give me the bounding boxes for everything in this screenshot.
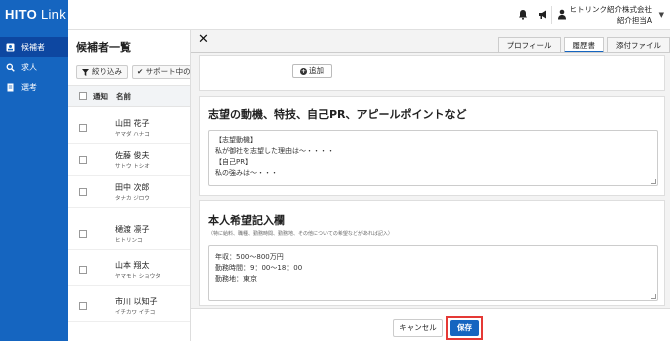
candidate-kana: ヤマダ ハナコ xyxy=(115,132,150,138)
candidate-name: 樋渡 凛子 xyxy=(115,225,150,234)
textarea-line: 勤務時間：9：00〜18：00 xyxy=(215,264,303,272)
textarea-line: 年収：500〜800万円 xyxy=(215,253,284,261)
candidate-name: 山本 翔太 xyxy=(115,261,150,270)
candidate-kana: ヒトリンコ xyxy=(115,238,143,244)
candidate-kana: タナカ ジロウ xyxy=(115,196,150,202)
row-checkbox[interactable] xyxy=(79,124,87,132)
save-button[interactable]: 保存 xyxy=(450,320,479,336)
motivation-card: 志望の動機、特技、自己PR、アピールポイントなど 【志望動機】 私が御社を志望し… xyxy=(199,96,665,196)
resume-modal: ✕ プロフィール 履歴書 添付ファイル + 追加 志望の動機、特技、自己PR、ア… xyxy=(190,30,670,341)
candidate-kana: ヤマモト ショウタ xyxy=(115,274,161,280)
sidebar-item-selection[interactable]: 選考 xyxy=(0,77,68,97)
request-card: 本人希望記入欄 （特に給料、職種、勤務時間、勤務地、その他についての希望などがあ… xyxy=(199,200,665,306)
sidebar-item-candidates[interactable]: 候補者 xyxy=(0,37,68,57)
filter-button-label: 絞り込み xyxy=(92,67,122,76)
tab-profile[interactable]: プロフィール xyxy=(497,37,561,53)
top-icons xyxy=(518,9,548,20)
divider xyxy=(551,6,552,24)
top-bar: HITO Link ヒトリンク紹介株式会社 紹介担当A ▼ xyxy=(0,0,670,30)
bell-icon[interactable] xyxy=(518,9,528,20)
add-button-label: 追加 xyxy=(309,66,324,75)
search-icon xyxy=(6,63,15,72)
support-only-label: サポート中のみ xyxy=(145,67,190,76)
sidebar-item-label: 求人 xyxy=(21,62,37,72)
row-checkbox[interactable] xyxy=(79,188,87,196)
textarea-line: 【自己PR】 xyxy=(215,158,253,166)
sidebar: 候補者 求人 選考 xyxy=(0,30,68,341)
page-title: 候補者一覧 xyxy=(76,41,131,54)
sidebar-item-jobs[interactable]: 求人 xyxy=(0,57,68,77)
modal-tabs: プロフィール 履歴書 添付ファイル xyxy=(495,37,670,53)
candidate-name: 山田 花子 xyxy=(115,119,150,128)
filter-button[interactable]: 絞り込み xyxy=(76,65,128,79)
cancel-button[interactable]: キャンセル xyxy=(393,319,443,337)
chevron-down-icon[interactable]: ▼ xyxy=(659,11,664,19)
textarea-line: 勤務地：東京 xyxy=(215,275,257,283)
add-button[interactable]: + 追加 xyxy=(292,64,332,78)
close-icon[interactable]: ✕ xyxy=(198,32,209,47)
filter-icon xyxy=(82,68,89,76)
resize-handle[interactable] xyxy=(651,294,656,299)
textarea-line: 私が御社を志望した理由は〜・・・・ xyxy=(215,147,334,155)
megaphone-icon[interactable] xyxy=(538,9,548,20)
row-checkbox[interactable] xyxy=(79,230,87,238)
column-header: 名前 xyxy=(116,91,131,101)
candidate-name: 佐藤 俊夫 xyxy=(115,151,150,160)
divider xyxy=(191,52,670,53)
app-logo[interactable]: HITO Link xyxy=(0,0,68,30)
candidate-name: 市川 以知子 xyxy=(115,297,158,306)
list-item[interactable]: 佐藤 俊夫 サトウ トシオ xyxy=(68,144,190,176)
modal-footer: キャンセル 保存 xyxy=(191,308,670,341)
row-checkbox[interactable] xyxy=(79,302,87,310)
sidebar-item-label: 候補者 xyxy=(21,42,45,52)
resize-handle[interactable] xyxy=(651,179,656,184)
list-item[interactable]: 市川 以知子 イチカワ イチコ xyxy=(68,290,190,322)
history-card: + 追加 xyxy=(199,55,665,91)
list-item[interactable]: 樋渡 凛子 ヒトリンコ xyxy=(68,218,190,250)
select-all-checkbox[interactable] xyxy=(79,92,87,100)
request-subtitle: （特に給料、職種、勤務時間、勤務地、その他についての希望などがあれば記入） xyxy=(208,231,393,237)
person-card-icon xyxy=(6,43,15,51)
plus-icon: + xyxy=(300,67,307,75)
tab-attachments[interactable]: 添付ファイル xyxy=(607,37,670,53)
support-only-toggle[interactable]: ✔ サポート中のみ xyxy=(132,65,190,79)
list-item[interactable]: 山本 翔太 ヤマモト ショウタ xyxy=(68,254,190,286)
row-checkbox[interactable] xyxy=(79,266,87,274)
motivation-textarea[interactable]: 【志望動機】 私が御社を志望した理由は〜・・・・ 【自己PR】 私の強みは〜・・… xyxy=(208,130,658,186)
candidate-kana: イチカワ イチコ xyxy=(115,310,156,316)
candidate-name: 田中 次郎 xyxy=(115,183,150,192)
company-name: ヒトリンク紹介株式会社 xyxy=(569,5,653,14)
column-header: 通知 xyxy=(93,91,108,101)
check-icon: ✔ xyxy=(137,67,146,76)
textarea-line: 【志望動機】 xyxy=(215,136,257,144)
sidebar-item-label: 選考 xyxy=(21,82,37,92)
user-icon xyxy=(557,9,567,20)
list-header: 通知 名前 xyxy=(68,85,190,107)
motivation-title: 志望の動機、特技、自己PR、アピールポイントなど xyxy=(208,108,467,121)
request-textarea[interactable]: 年収：500〜800万円 勤務時間：9：00〜18：00 勤務地：東京 xyxy=(208,245,658,301)
request-title: 本人希望記入欄 xyxy=(208,214,285,227)
tab-resume[interactable]: 履歴書 xyxy=(563,37,604,53)
document-icon xyxy=(7,83,14,91)
candidate-kana: サトウ トシオ xyxy=(115,164,150,170)
list-item[interactable]: 田中 次郎 タナカ ジロウ xyxy=(68,176,190,208)
list-item[interactable]: 山田 花子 ヤマダ ハナコ xyxy=(68,112,190,144)
candidate-list-panel: 候補者一覧 絞り込み ✔ サポート中のみ 通知 名前 山田 花子 ヤマダ ハナコ… xyxy=(68,30,190,341)
account-info[interactable]: ヒトリンク紹介株式会社 紹介担当A xyxy=(570,4,653,26)
row-checkbox[interactable] xyxy=(79,156,87,164)
textarea-line: 私の強みは〜・・・ xyxy=(215,169,278,177)
user-name: 紹介担当A xyxy=(616,16,652,25)
